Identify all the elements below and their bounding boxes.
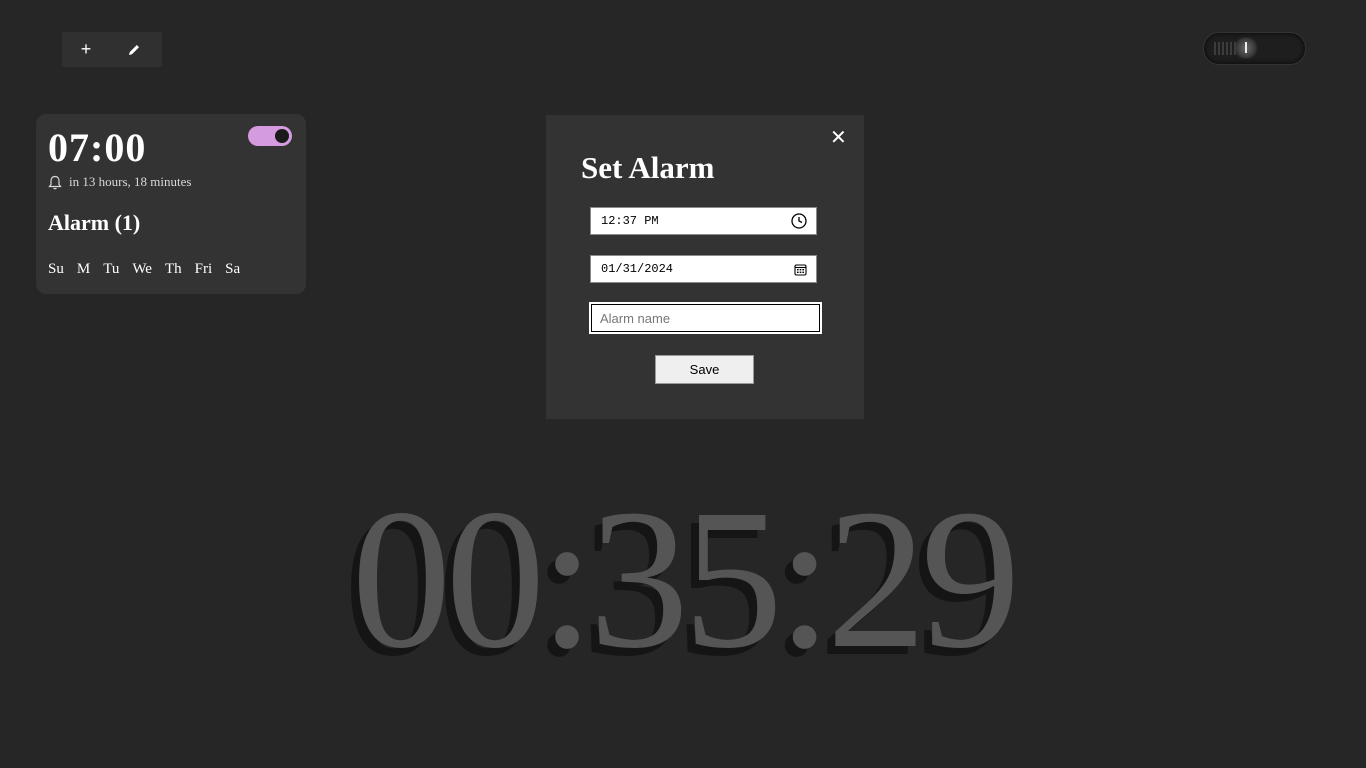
alarm-card[interactable]: 07:00 in 13 hours, 18 minutes Alarm (1) … <box>36 114 306 294</box>
toolbar: + <box>62 32 162 67</box>
time-value: 12:37 PM <box>601 214 659 228</box>
calendar-icon[interactable] <box>794 263 807 276</box>
dial-icon <box>1234 37 1258 59</box>
add-alarm-button[interactable]: + <box>62 35 110 65</box>
day-sunday[interactable]: Su <box>48 261 64 278</box>
alarm-enable-switch[interactable] <box>248 126 292 146</box>
bell-icon <box>48 175 62 189</box>
day-monday[interactable]: M <box>77 261 90 278</box>
save-button[interactable]: Save <box>655 355 754 384</box>
day-friday[interactable]: Fri <box>195 261 213 278</box>
day-wednesday[interactable]: We <box>132 261 152 278</box>
day-tuesday[interactable]: Tu <box>103 261 119 278</box>
date-input[interactable]: 01/31/2024 <box>590 255 817 283</box>
edit-button[interactable] <box>110 35 158 65</box>
day-thursday[interactable]: Th <box>165 261 182 278</box>
dialog-title: Set Alarm <box>581 150 715 185</box>
date-value: 01/31/2024 <box>601 262 674 276</box>
theme-toggle[interactable] <box>1203 32 1306 65</box>
pencil-icon <box>129 44 139 55</box>
toggle-track <box>1214 42 1236 55</box>
alarm-name-input[interactable] <box>589 302 822 334</box>
alarm-time: 07:00 <box>48 125 147 170</box>
time-input[interactable]: 12:37 PM <box>590 207 817 235</box>
set-alarm-dialog: ✕ Set Alarm 12:37 PM 01/31/2024 Save <box>546 115 864 419</box>
current-time-display: 00:35:29 <box>351 469 1020 690</box>
time-until-alarm: in 13 hours, 18 minutes <box>48 174 191 190</box>
day-saturday[interactable]: Sa <box>225 261 240 278</box>
until-text: in 13 hours, 18 minutes <box>69 174 192 189</box>
weekday-selector: Su M Tu We Th Fri Sa <box>48 261 253 278</box>
clock-icon[interactable] <box>791 213 807 229</box>
alarm-name: Alarm (1) <box>48 210 141 235</box>
switch-knob <box>275 129 289 143</box>
close-icon[interactable]: ✕ <box>830 125 847 149</box>
